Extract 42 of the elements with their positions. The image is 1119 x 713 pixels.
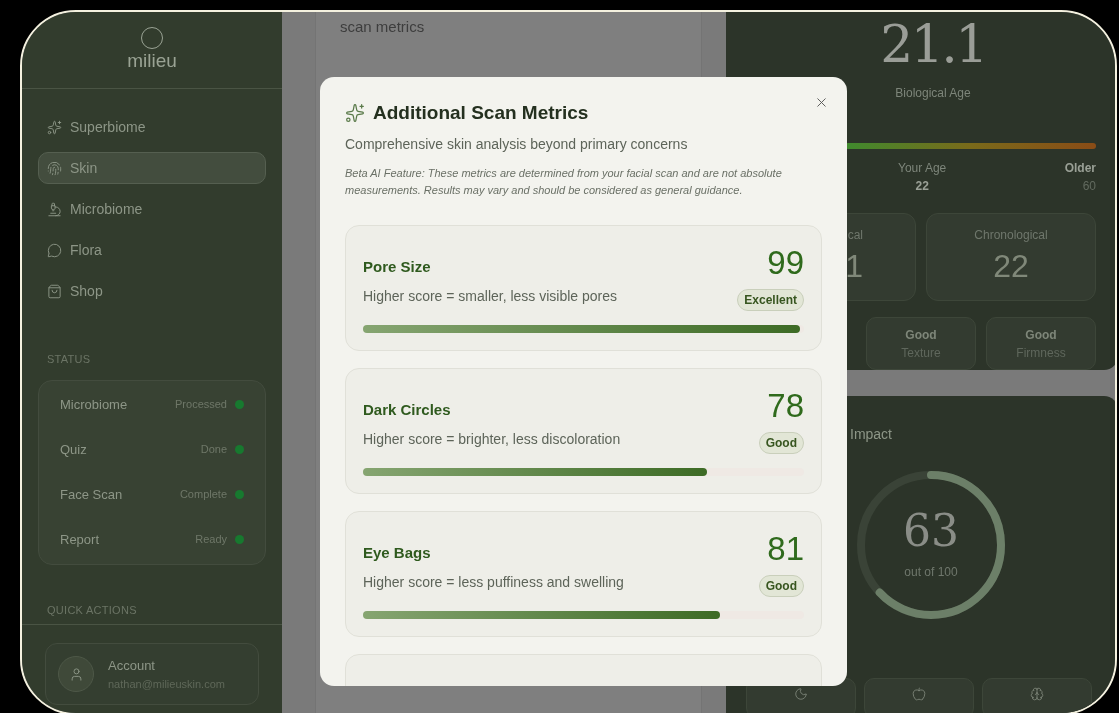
rating-badge: Good	[758, 431, 804, 454]
biological-age-label: Biological Age	[895, 85, 971, 102]
nav-item[interactable]: Superbiome	[38, 111, 266, 143]
age-tile-label: Chronological	[974, 227, 1048, 244]
rating-value: Good	[1025, 326, 1057, 344]
biological-age-value: 21.1	[880, 18, 986, 70]
rating-badge: Excellent	[737, 288, 804, 311]
metric-score: 99	[767, 245, 804, 279]
metric-description: Higher score = less puffiness and swelling	[363, 573, 624, 592]
metric-description: Higher score = brighter, less discoloration	[363, 430, 621, 449]
panel-heading: scan metrics	[340, 18, 425, 35]
logo: milieu	[127, 49, 177, 73]
status-label: Microbiome	[60, 395, 129, 414]
nav-item[interactable]: Skin	[38, 152, 266, 184]
account-name: Account	[108, 657, 156, 675]
nav-item[interactable]: Flora	[38, 234, 266, 266]
metric-description: Higher score = smaller, less visible pores	[363, 287, 618, 306]
age-tile-value: 22	[993, 247, 1029, 286]
metric-name: Dark Circles	[363, 399, 452, 420]
disclaimer: Beta AI Feature: These metrics are determined from your facial scan and are not absolute measurements. Results may vary and should be considered as general guidance.	[345, 165, 783, 198]
metric-name: Eye Bags	[363, 542, 432, 563]
age-tile-label: cal	[847, 227, 863, 244]
rating-badge: Good	[758, 574, 804, 597]
section-heading: STATUS	[46, 352, 92, 367]
nav-item[interactable]: Shop	[38, 275, 266, 307]
age-scale-value: 22	[915, 178, 929, 195]
metric-score: 78	[767, 388, 804, 422]
metric-name: Pore Size	[363, 256, 432, 277]
age-scale-label: Older	[1064, 160, 1096, 177]
impact-score: 63	[903, 509, 959, 553]
impact-caption: out of 100	[904, 564, 958, 581]
metric-score: 81	[767, 531, 804, 565]
modal-title: Additional Scan Metrics	[373, 101, 589, 125]
nav-item[interactable]: Microbiome	[38, 193, 266, 225]
age-scale-label: Your Age	[898, 160, 947, 177]
rating-value: Good	[905, 326, 937, 344]
status-label: Report	[60, 530, 101, 549]
impact-title: Impact	[850, 425, 893, 444]
age-tile-value: 1	[845, 247, 863, 286]
status-label: Quiz	[60, 440, 88, 459]
modal-subtitle: Comprehensive skin analysis beyond primary concerns	[345, 134, 689, 154]
status-label: Face Scan	[60, 485, 124, 504]
